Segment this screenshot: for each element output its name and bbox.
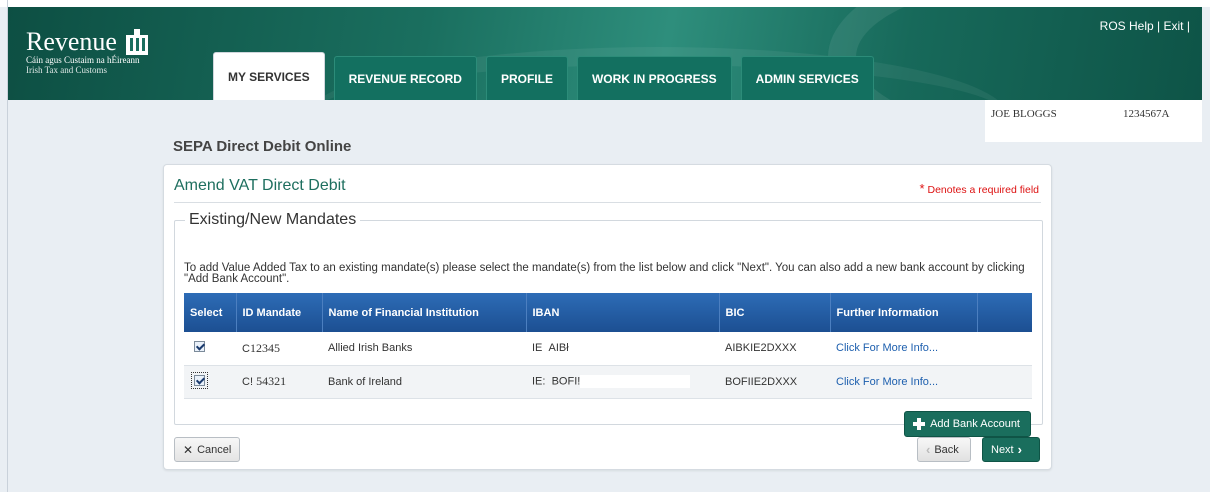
user-id: 1234567A [1123,108,1170,120]
tab-admin-services[interactable]: ADMIN SERVICES [740,56,874,100]
mandate-id: 12345 [249,340,280,355]
plus-icon [913,418,926,430]
col-institution: Name of Financial Institution [322,293,527,332]
mandate-id-prefix: C! [242,376,253,388]
more-info-link[interactable]: Click For More Info... [836,342,938,354]
col-select: Select [184,293,237,332]
table-header-row: Select ID Mandate Name of Financial Inst… [184,293,1032,332]
next-label: Next [991,443,1014,456]
chevron-left-icon: ‹ [926,442,931,457]
revenue-logo[interactable]: Revenue Cáin agus Custaim na hÉireann Ir… [26,27,149,75]
col-id-mandate: ID Mandate [236,293,323,332]
link-separator: | [1157,19,1161,33]
mandate-id: 54321 [256,374,287,388]
panel-title: Amend VAT Direct Debit [174,177,346,194]
cancel-label: Cancel [197,443,232,456]
top-strip [0,0,1210,7]
exit-link[interactable]: Exit [1164,19,1184,33]
ros-help-link[interactable]: ROS Help [1100,19,1154,33]
iban-country: IE: [532,375,546,388]
institution-name: Allied Irish Banks [322,332,526,366]
instructions-text: To add Value Added Tax to an existing ma… [184,262,1025,285]
mandate-id-prefix: C [242,342,250,355]
select-checkbox[interactable] [191,371,208,389]
tab-work-in-progress[interactable]: WORK IN PROGRESS [576,56,732,100]
select-checkbox[interactable] [194,341,205,353]
add-bank-account-label: Add Bank Account [930,418,1020,430]
top-links: ROS Help | Exit | [1100,19,1190,33]
page: Revenue Cáin agus Custaim na hÉireann Ir… [0,0,1210,492]
add-bank-account-button[interactable]: Add Bank Account [904,411,1031,437]
tab-my-services[interactable]: MY SERVICES [213,52,325,100]
bic-value: BOFIIE2DXXX [719,365,830,399]
table-row: C! 54321 Bank of Ireland IE: BOFI! BOFII… [184,365,1032,399]
bic-value: AIBKIE2DXXX [719,332,830,366]
main-tabs: MY SERVICES REVENUE RECORD PROFILE WORK … [213,52,874,100]
iban-country: IE [532,342,543,355]
fieldset-legend: Existing/New Mandates [189,211,357,228]
iban-bank: BOFI! [551,375,581,388]
institution-name: Bank of Ireland [322,365,526,399]
cancel-button[interactable]: ✕ Cancel [174,437,241,462]
back-label: Back [934,443,959,456]
iban-bank: AIBł [548,342,569,355]
required-field-note: * Denotes a required field [920,181,1039,196]
mandates-table: Select ID Mandate Name of Financial Inst… [184,293,1032,399]
col-bic: BIC [719,293,831,332]
tab-revenue-record[interactable]: REVENUE RECORD [333,56,477,100]
page-title: SEPA Direct Debit Online [173,138,352,155]
divider [174,202,1041,203]
logo-subtitle-irish: Cáin agus Custaim na hÉireann [26,55,140,65]
user-info: JOE BLOGGS 1234567A [985,100,1202,142]
header-banner: Revenue Cáin agus Custaim na hÉireann Ir… [8,7,1202,100]
link-separator: | [1186,19,1190,33]
col-further-info: Further Information [830,293,978,332]
close-icon: ✕ [183,442,194,457]
logo-wordmark: Revenue [26,27,117,56]
chevron-right-icon: › [1017,442,1022,457]
logo-subtitle-english: Irish Tax and Customs [26,65,107,75]
user-name: JOE BLOGGS [991,108,1057,120]
col-iban: IBAN [526,293,720,332]
amend-vat-panel: Amend VAT Direct Debit * Denotes a requi… [163,164,1052,470]
redaction-mask [580,375,691,388]
more-info-link[interactable]: Click For More Info... [836,376,938,388]
table-row: C12345 Allied Irish Banks IE AIBł AIBKIE… [184,332,1032,366]
back-button[interactable]: ‹ Back [917,437,971,462]
required-note-text: Denotes a required field [927,184,1040,196]
mandates-fieldset: Existing/New Mandates To add Value Added… [174,211,1043,437]
next-button[interactable]: Next › [982,437,1040,462]
tab-profile[interactable]: PROFILE [485,56,568,100]
harp-icon [126,29,149,55]
required-star: * [919,181,925,196]
